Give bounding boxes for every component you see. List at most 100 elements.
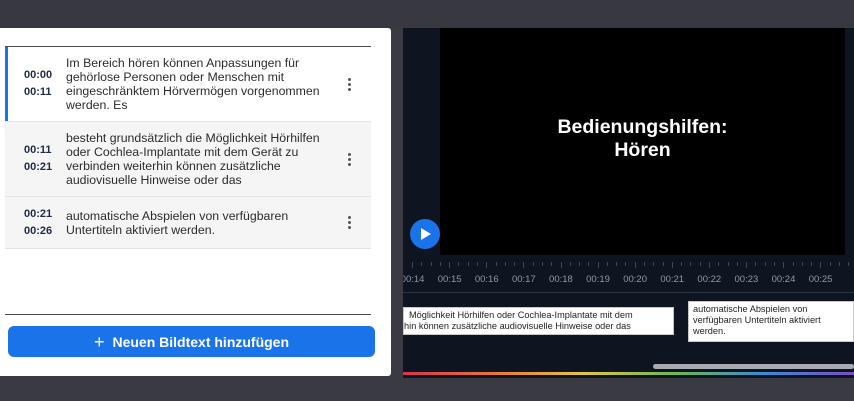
timeline-tick <box>449 262 451 268</box>
timeline-tick <box>560 262 562 268</box>
timeline-tick <box>718 262 720 266</box>
timeline-tick <box>606 262 608 266</box>
timeline-tick <box>829 262 831 266</box>
timeline-tick <box>736 262 738 266</box>
add-caption-label: Neuen Bildtext hinzufügen <box>112 333 290 350</box>
timeline-label: 00:15 <box>437 274 462 285</box>
timeline-ruler[interactable]: 00:14 00:15 00:16 00:17 00:18 00:19 00:20 00:21… <box>403 269 839 285</box>
subtitle-row[interactable]: 00:11 00:21 besteht grundsätzlich die Mö… <box>5 122 371 197</box>
timeline-tick <box>467 262 469 266</box>
timeline-label: 00:16 <box>474 274 499 285</box>
subtitle-row[interactable]: 00:21 00:26 automatische Abspielen von v… <box>5 197 371 249</box>
timeline-tick <box>709 262 710 268</box>
timeline-tick <box>421 262 423 266</box>
more-vert-icon[interactable] <box>328 77 371 92</box>
timeline-tick <box>792 262 794 266</box>
timeline-tick <box>690 262 692 266</box>
timeline-ticks <box>403 262 854 268</box>
timeline-label: 00:17 <box>511 274 536 285</box>
timeline-tick <box>486 262 488 268</box>
timeline-tick <box>727 262 729 266</box>
timeline-tick <box>412 262 413 268</box>
timeline-tick <box>514 262 516 266</box>
video-editor-panel: Bedienungshilfen: Hören 00:14 00:15 00:16 0… <box>403 28 854 378</box>
timeline-label: 00:20 <box>623 274 647 285</box>
timeline-tick <box>801 262 803 266</box>
timeline-tick <box>773 262 775 266</box>
timeline-label: 00:19 <box>586 274 610 285</box>
caption-line: Möglichkeit Hörhilfen oder Cochlea-Impla… <box>409 310 633 320</box>
timeline-tick <box>495 262 497 266</box>
timeline-tick <box>644 262 645 266</box>
caption-line: rhin können zusätzliche audiovisuelle Hi… <box>403 321 631 331</box>
subtitle-times: 00:21 00:26 <box>5 206 66 240</box>
timeline-tick <box>746 262 748 268</box>
timeline-tick <box>681 262 683 266</box>
timeline-label: 00:18 <box>549 274 573 285</box>
timeline-tick <box>764 262 766 266</box>
list-bottom-divider <box>5 314 371 315</box>
plus-icon: + <box>93 331 105 352</box>
add-caption-button[interactable]: + Neuen Bildtext hinzufügen <box>8 326 375 357</box>
timeline-label: 00:23 <box>734 274 759 285</box>
caption-text: automatische Abspielen von verfügbaren U… <box>693 304 821 336</box>
more-vert-icon[interactable] <box>328 215 371 230</box>
subtitle-times: 00:11 00:21 <box>5 142 66 176</box>
timeline-tick <box>477 262 478 266</box>
more-vert-icon[interactable] <box>328 152 371 167</box>
timeline-tick <box>699 262 701 266</box>
subtitle-row[interactable]: 00:00 00:11 Im Bereich hören können Anpa… <box>5 47 371 122</box>
timeline-tick <box>625 262 627 266</box>
timeline-tick <box>755 262 757 266</box>
timeline-tick <box>616 262 618 266</box>
timeline-caption-block[interactable]: automatische Abspielen von verfügbaren U… <box>688 301 854 342</box>
timeline-tick <box>523 262 525 268</box>
end-time: 00:26 <box>24 224 53 237</box>
timeline-tick <box>671 262 673 268</box>
track-divider <box>403 292 854 293</box>
timeline-scrollbar[interactable] <box>653 364 854 369</box>
play-button[interactable] <box>410 219 440 249</box>
timeline-label: 00:24 <box>771 274 796 285</box>
timeline-tick <box>579 262 580 266</box>
timeline-label: 00:22 <box>697 274 722 285</box>
video-preview[interactable]: Bedienungshilfen: Hören <box>440 28 845 255</box>
timeline-tick <box>541 262 543 266</box>
end-time: 00:11 <box>24 86 52 98</box>
top-strip <box>0 0 854 28</box>
timeline-tick <box>653 262 655 266</box>
subtitle-text[interactable]: besteht grundsätzlich die Möglichkeit Hö… <box>66 131 328 187</box>
subtitle-text[interactable]: automatische Abspielen von verfügbaren U… <box>66 209 328 237</box>
timeline-tick <box>597 262 599 268</box>
timeline-tick <box>551 262 553 266</box>
timeline-tick <box>430 262 432 266</box>
timeline-tick <box>838 262 840 266</box>
timeline-tick <box>532 262 534 266</box>
timeline-tick <box>811 262 812 266</box>
timeline-label: 00:25 <box>808 274 833 285</box>
subtitle-list-panel: 00:00 00:11 Im Bereich hören können Anpa… <box>0 28 391 376</box>
timeline-tick <box>504 262 506 266</box>
timeline-tick <box>458 262 460 266</box>
subtitle-rows: 00:00 00:11 Im Bereich hören können Anpa… <box>5 47 371 249</box>
color-strip <box>403 372 854 375</box>
timeline-tick <box>820 262 822 268</box>
start-time: 00:21 <box>24 207 53 220</box>
timeline-tick <box>662 262 664 266</box>
timeline-tick <box>588 262 590 266</box>
subtitle-times: 00:00 00:11 <box>5 67 66 101</box>
play-icon <box>421 228 431 240</box>
timeline-tick <box>848 262 850 266</box>
bottom-strip <box>0 378 854 401</box>
start-time: 00:11 <box>24 144 52 156</box>
timeline-tick <box>783 262 785 268</box>
timeline-tick <box>439 262 441 266</box>
timeline-caption-block[interactable]: Möglichkeit Hörhilfen oder Cochlea-Impla… <box>403 307 674 335</box>
timeline-tick <box>569 262 571 266</box>
timeline-tick <box>634 262 636 268</box>
timeline-label: 00:14 <box>403 274 425 285</box>
timeline-label: 00:21 <box>660 274 685 285</box>
subtitle-text[interactable]: Im Bereich hören können Anpassungen für … <box>66 56 328 112</box>
end-time: 00:21 <box>24 161 53 173</box>
start-time: 00:00 <box>24 69 53 81</box>
